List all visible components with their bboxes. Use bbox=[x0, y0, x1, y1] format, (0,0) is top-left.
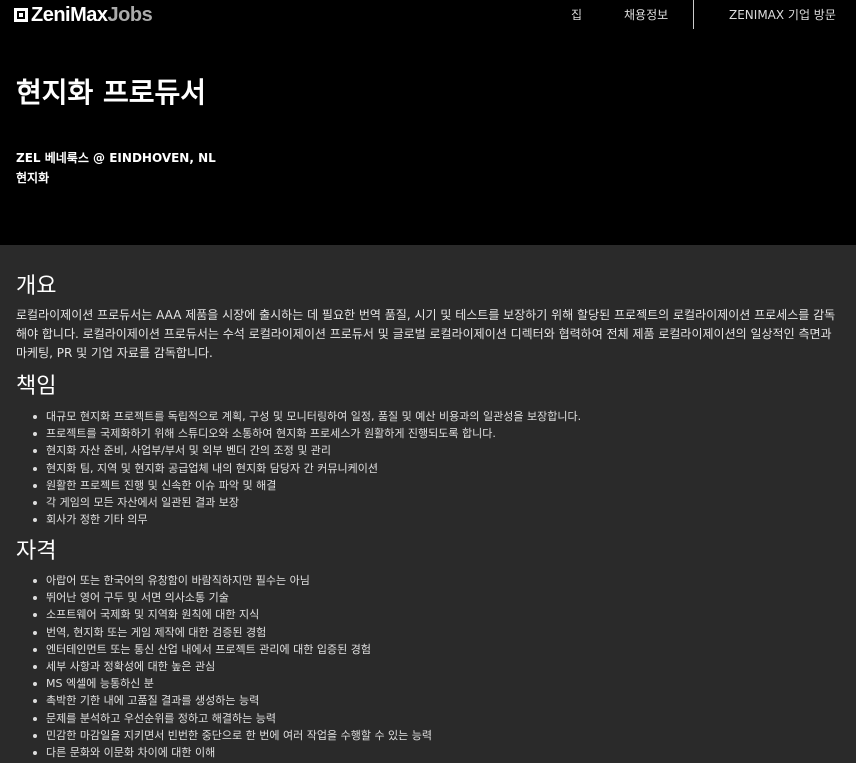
list-item: 문제를 분석하고 우선순위를 정하고 해결하는 능력 bbox=[30, 710, 432, 727]
job-title: 현지화 프로듀서 bbox=[16, 76, 207, 109]
responsibilities-list: 대규모 현지화 프로젝트를 독립적으로 계획, 구성 및 모니터링하여 일정, … bbox=[30, 408, 581, 528]
nav-home[interactable]: 집 bbox=[571, 0, 582, 22]
responsibilities-heading: 책임 bbox=[16, 374, 57, 399]
list-item: 소프트웨어 국제화 및 지역화 원칙에 대한 지식 bbox=[30, 606, 432, 623]
list-item: 아랍어 또는 한국어의 유창함이 바람직하지만 필수는 아님 bbox=[30, 572, 432, 589]
nav-jobs[interactable]: 채용정보 bbox=[624, 0, 668, 22]
list-item: 촉박한 기한 내에 고품질 결과를 생성하는 능력 bbox=[30, 692, 432, 709]
logo-jobs: Jobs bbox=[107, 4, 153, 26]
overview-text: 로컬라이제이션 프로듀서는 AAA 제품을 시장에 출시하는 데 필요한 번역 … bbox=[16, 308, 836, 360]
overview-heading: 개요 bbox=[16, 274, 57, 299]
job-description: 개요 로컬라이제이션 프로듀서는 AAA 제품을 시장에 출시하는 데 필요한 … bbox=[0, 245, 856, 763]
list-item: 세부 사항과 정확성에 대한 높은 관심 bbox=[30, 658, 432, 675]
list-item: 회사가 정한 기타 의무 bbox=[30, 511, 581, 528]
qualifications-list: 아랍어 또는 한국어의 유창함이 바람직하지만 필수는 아님 뛰어난 영어 구두… bbox=[30, 572, 432, 761]
department: 현지화 bbox=[16, 171, 50, 185]
job-hero: 현지화 프로듀서 ZEL 베네룩스 @ EINDHOVEN, NL 현지화 bbox=[0, 30, 856, 245]
list-item: 현지화 팀, 지역 및 현지화 공급업체 내의 현지화 담당자 간 커뮤니케이션 bbox=[30, 460, 581, 477]
list-item: 원활한 프로젝트 진행 및 신속한 이슈 파악 및 해결 bbox=[30, 477, 581, 494]
list-item: 번역, 현지화 또는 게임 제작에 대한 검증된 경험 bbox=[30, 624, 432, 641]
qualifications-heading: 자격 bbox=[16, 539, 57, 564]
zenimax-logo-icon bbox=[14, 8, 28, 22]
list-item: 다른 문화와 이문화 차이에 대한 이해 bbox=[30, 744, 432, 761]
top-bar: ZeniMax Jobs 집 채용정보 ZENIMAX 기업 방문 bbox=[0, 0, 856, 30]
zenimax-jobs-logo[interactable]: ZeniMax Jobs bbox=[14, 4, 153, 26]
list-item: 각 게임의 모든 자산에서 일관된 결과 보장 bbox=[30, 494, 581, 511]
logo-word: ZeniMax bbox=[31, 4, 108, 26]
list-item: 대규모 현지화 프로젝트를 독립적으로 계획, 구성 및 모니터링하여 일정, … bbox=[30, 408, 581, 425]
list-item: 뛰어난 영어 구두 및 서면 의사소통 기술 bbox=[30, 589, 432, 606]
list-item: MS 엑셀에 능통하신 분 bbox=[30, 675, 432, 692]
list-item: 현지화 자산 준비, 사업부/부서 및 외부 벤더 간의 조정 및 관리 bbox=[30, 442, 581, 459]
list-item: 엔터테인먼트 또는 통신 산업 내에서 프로젝트 관리에 대한 입증된 경험 bbox=[30, 641, 432, 658]
nav-divider bbox=[693, 0, 694, 29]
list-item: 민감한 마감일을 지키면서 빈번한 중단으로 한 번에 여러 작업을 수행할 수… bbox=[30, 727, 432, 744]
nav-visit-zenimax[interactable]: ZENIMAX 기업 방문 bbox=[729, 0, 836, 22]
company-location: ZEL 베네룩스 @ EINDHOVEN, NL bbox=[16, 151, 216, 165]
list-item: 프로젝트를 국제화하기 위해 스튜디오와 소통하여 현지화 프로세스가 원활하게… bbox=[30, 425, 581, 442]
